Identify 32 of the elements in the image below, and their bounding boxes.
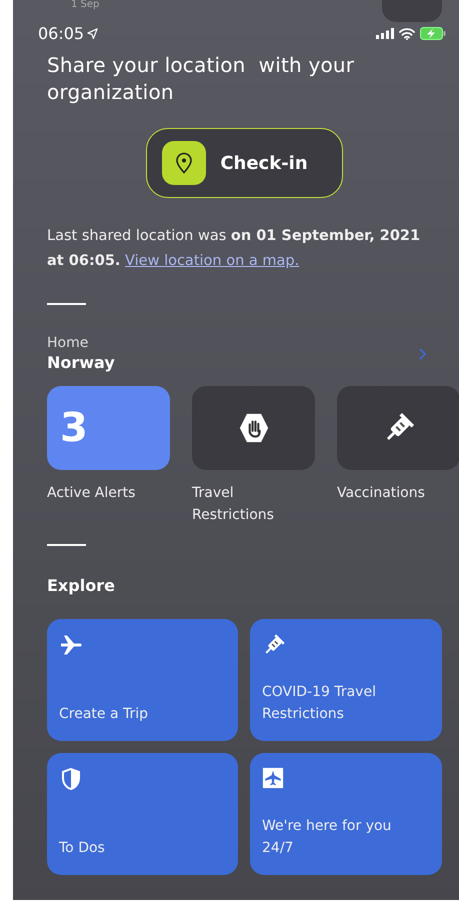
map-pin-icon	[175, 152, 194, 174]
location-arrow-icon	[87, 28, 98, 39]
check-in-button[interactable]: Check-in	[146, 128, 343, 198]
tile-label: To Dos	[59, 839, 105, 858]
view-map-link[interactable]: View location on a map.	[125, 253, 300, 269]
status-pill	[382, 0, 442, 22]
tile-label: Vaccinations	[337, 484, 426, 503]
page-title: Share your location with your organization	[47, 52, 356, 106]
explore-tile[interactable]: To Dos	[47, 753, 238, 875]
category-tile[interactable]	[337, 386, 459, 470]
tile-label: COVID-19 Travel Restrictions	[262, 683, 377, 724]
explore-tile[interactable]: COVID-19 Travel Restrictions	[250, 619, 442, 741]
status-time: 06:05	[38, 24, 84, 43]
home-country: Norway	[47, 353, 115, 372]
tile-label: Travel Restrictions	[192, 484, 275, 525]
wifi-icon	[399, 28, 415, 40]
last-shared-text: Last shared location was on 01 September, 2021 at 06:05. View location on a map.	[47, 227, 422, 271]
section-heading: Explore	[47, 576, 116, 595]
battery-charging-icon	[420, 27, 446, 40]
shield-icon	[59, 767, 83, 791]
tile-label: Active Alerts	[47, 484, 136, 503]
airplane-icon	[262, 767, 284, 789]
chevron-right-icon	[419, 348, 426, 360]
home-label: Home	[47, 335, 90, 351]
tile-label: We're here for you 24/7	[262, 817, 392, 858]
explore-tile[interactable]: Create a Trip	[47, 619, 238, 741]
signal-icon	[376, 28, 394, 39]
tile-label: Create a Trip	[59, 705, 148, 724]
airplane-icon	[59, 633, 83, 657]
explore-tile[interactable]: We're here for you 24/7	[250, 753, 442, 875]
alert-count-tile[interactable]: 3	[47, 386, 170, 470]
category-tile[interactable]	[192, 386, 315, 470]
